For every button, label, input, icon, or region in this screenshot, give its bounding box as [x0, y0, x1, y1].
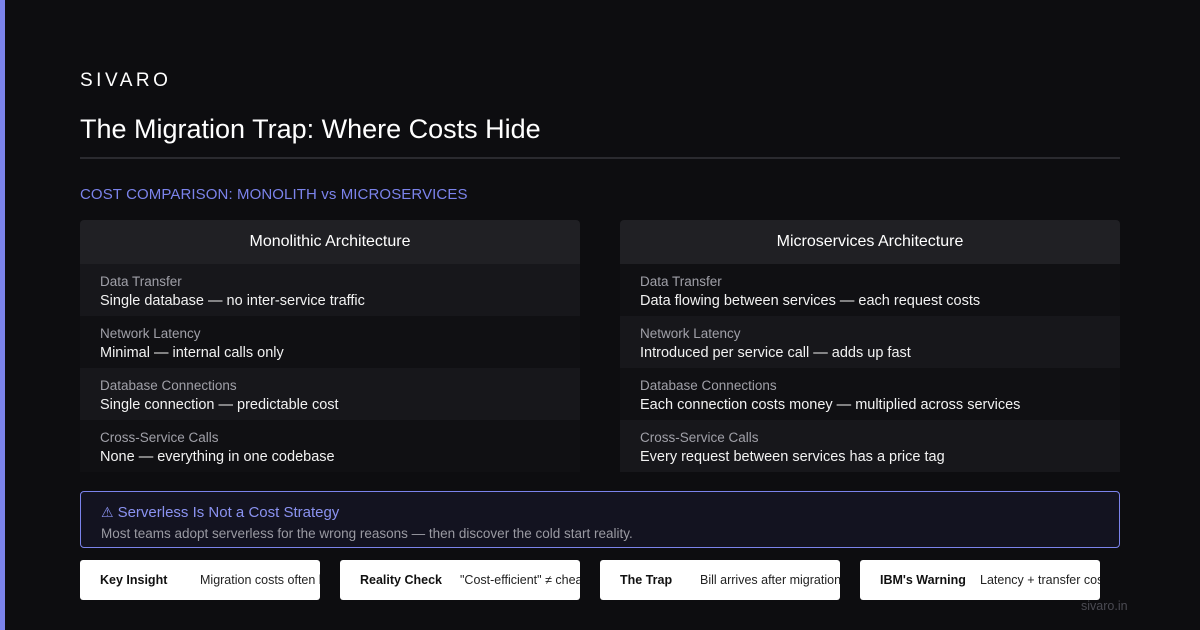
insight-card: Key Insight Migration costs often hide [80, 560, 320, 600]
row-label: Cross-Service Calls [100, 430, 219, 445]
card-value: "Cost-efficient" ≠ cheap [460, 573, 580, 587]
warning-icon: ⚠ [101, 504, 114, 520]
row-value: Each connection costs money — multiplied… [640, 397, 1021, 413]
monolith-row: Cross-Service Calls None — everything in… [80, 420, 580, 472]
card-key: IBM's Warning [880, 573, 966, 587]
microservices-column: Microservices Architecture Data Transfer… [620, 220, 1120, 472]
row-label: Database Connections [100, 378, 237, 393]
row-label: Data Transfer [640, 274, 722, 289]
insight-card: IBM's Warning Latency + transfer costs [860, 560, 1100, 600]
row-label: Database Connections [640, 378, 777, 393]
insight-cards: Key Insight Migration costs often hide R… [80, 560, 1120, 600]
microservices-row: Data Transfer Data flowing between servi… [620, 264, 1120, 316]
monolith-row: Database Connections Single connection —… [80, 368, 580, 420]
row-label: Network Latency [640, 326, 741, 341]
microservices-row: Cross-Service Calls Every request betwee… [620, 420, 1120, 472]
callout-subtitle: Most teams adopt serverless for the wron… [101, 526, 633, 541]
title-divider [80, 157, 1120, 159]
row-value: Introduced per service call — adds up fa… [640, 345, 911, 361]
monolith-row: Network Latency Minimal — internal calls… [80, 316, 580, 368]
callout-title-text: Serverless Is Not a Cost Strategy [117, 504, 340, 521]
card-key: The Trap [620, 573, 673, 587]
section-label: COST COMPARISON: MONOLITH vs MICROSERVIC… [80, 186, 468, 203]
footer-url: sivaro.in [1081, 599, 1128, 613]
card-value: Latency + transfer costs [980, 573, 1100, 587]
insight-card: The Trap Bill arrives after migration [600, 560, 840, 600]
monolith-row: Data Transfer Single database — no inter… [80, 264, 580, 316]
card-key: Key Insight [100, 573, 168, 587]
card-value: Bill arrives after migration [700, 573, 840, 587]
microservices-row: Database Connections Each connection cos… [620, 368, 1120, 420]
row-value: Single connection — predictable cost [100, 397, 339, 413]
monolith-column: Monolithic Architecture Data Transfer Si… [80, 220, 580, 472]
brand-logo: SIVARO [80, 70, 172, 91]
row-value: Every request between services has a pri… [640, 449, 945, 465]
serverless-callout: ⚠ Serverless Is Not a Cost Strategy Most… [80, 491, 1120, 548]
page-title: The Migration Trap: Where Costs Hide [80, 114, 541, 144]
microservices-row: Network Latency Introduced per service c… [620, 316, 1120, 368]
card-value: Migration costs often hide [200, 573, 320, 587]
card-key: Reality Check [360, 573, 442, 587]
monolith-header: Monolithic Architecture [80, 220, 580, 264]
callout-title: ⚠ Serverless Is Not a Cost Strategy [101, 504, 1099, 521]
row-label: Data Transfer [100, 274, 182, 289]
insight-card: Reality Check "Cost-efficient" ≠ cheap [340, 560, 580, 600]
row-label: Cross-Service Calls [640, 430, 759, 445]
row-value: Minimal — internal calls only [100, 345, 284, 361]
row-label: Network Latency [100, 326, 201, 341]
row-value: Data flowing between services — each req… [640, 293, 981, 309]
row-value: Single database — no inter-service traff… [100, 293, 365, 309]
accent-bar [0, 0, 5, 630]
microservices-header: Microservices Architecture [620, 220, 1120, 264]
row-value: None — everything in one codebase [100, 449, 335, 465]
